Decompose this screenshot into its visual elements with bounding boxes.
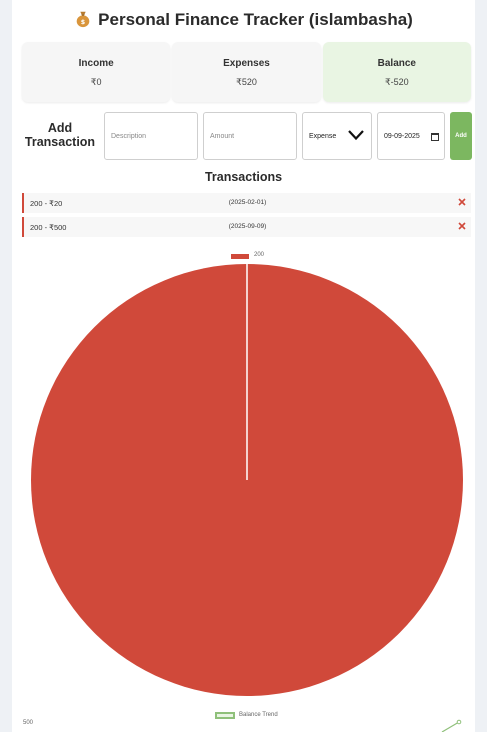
type-select-value: Expense (309, 132, 337, 140)
income-value: ₹0 (90, 77, 102, 87)
chevron-down-icon (348, 130, 364, 141)
page-title: $ Personal Finance Tracker (islambasha) (12, 10, 475, 30)
transaction-date: (2025-02-01) (228, 199, 267, 206)
trend-line (441, 721, 460, 732)
description-input[interactable]: Description (104, 112, 198, 160)
balance-label: Balance (377, 58, 416, 69)
delete-icon[interactable] (456, 196, 468, 208)
date-value: 09-09-2025 (384, 132, 420, 140)
amount-input[interactable]: Amount (203, 112, 297, 160)
summary-cards: Income ₹0 Expenses ₹520 Balance ₹-520 (22, 42, 471, 102)
svg-text:$: $ (81, 19, 85, 26)
amount-placeholder: Amount (210, 132, 235, 140)
description-placeholder: Description (111, 132, 147, 140)
balance-card: Balance ₹-520 (322, 42, 471, 102)
trend-point (456, 719, 462, 725)
add-transaction-heading: Add Transaction (24, 121, 96, 149)
delete-icon[interactable] (456, 220, 468, 232)
add-transaction-line1: Add (47, 121, 73, 135)
transaction-row: 200 - ₹500 (2025-09-09) (22, 217, 471, 237)
calendar-icon[interactable] (431, 133, 439, 141)
expenses-card: Expenses ₹520 (172, 42, 321, 102)
income-label: Income (78, 58, 114, 69)
add-transaction-line2: Transaction (24, 135, 96, 149)
expenses-value: ₹520 (236, 77, 257, 87)
date-input[interactable]: 09-09-2025 (377, 112, 445, 160)
balance-trend-chart (441, 719, 462, 732)
page-title-text: Personal Finance Tracker (islambasha) (98, 10, 413, 29)
add-button[interactable]: Add (450, 112, 472, 160)
expense-pie-chart: 200 (12, 246, 475, 716)
app-page: $ Personal Finance Tracker (islambasha) … (12, 0, 475, 732)
transaction-date: (2025-09-09) (228, 223, 267, 230)
balance-value: ₹-520 (384, 77, 409, 87)
money-bag-icon: $ (76, 11, 90, 28)
income-card: Income ₹0 (22, 42, 171, 102)
expenses-label: Expenses (223, 58, 270, 69)
transactions-title: Transactions (204, 170, 283, 184)
transaction-row: 200 - ₹20 (2025-02-01) (22, 193, 471, 213)
type-select[interactable]: Expense (302, 112, 372, 160)
pie-svg (31, 264, 463, 696)
